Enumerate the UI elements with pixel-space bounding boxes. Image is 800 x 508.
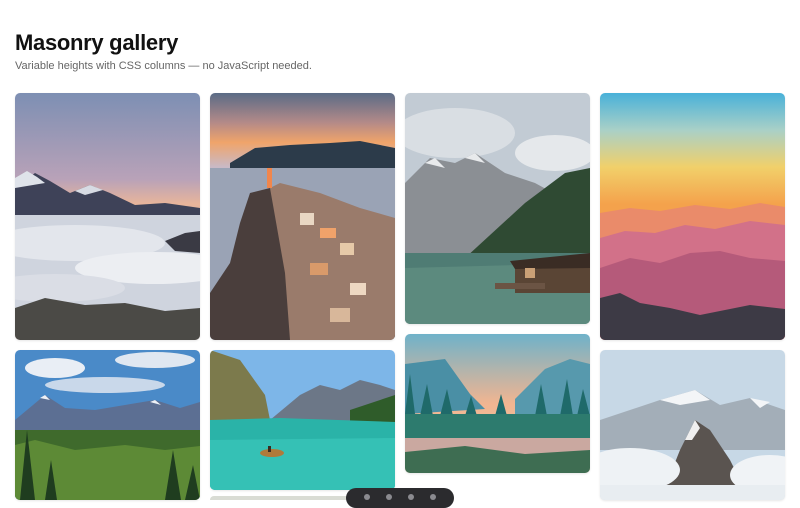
photo-alpine-meadow-peaks[interactable] — [15, 350, 200, 500]
toolbar-dot-1[interactable] — [364, 494, 370, 500]
toolbar-dot-3[interactable] — [408, 494, 414, 500]
photo-mountain-sea-of-clouds[interactable] — [15, 93, 200, 340]
photo-turquoise-lake-boat[interactable] — [210, 350, 395, 490]
photo-layered-mountains-sunset[interactable] — [600, 93, 785, 340]
page-header: Masonry gallery Variable heights with CS… — [15, 28, 312, 73]
page-subtitle: Variable heights with CSS columns — no J… — [15, 60, 312, 72]
photo-cliffside-village-sunset[interactable] — [210, 93, 395, 340]
toolbar-dot-4[interactable] — [430, 494, 436, 500]
page-title: Masonry gallery — [15, 30, 179, 55]
floating-toolbar[interactable] — [346, 488, 454, 508]
photo-snowy-peaks-clouds[interactable] — [600, 350, 785, 500]
photo-misty-forest-lake[interactable] — [405, 334, 590, 473]
photo-lake-cabin-mountains[interactable] — [405, 93, 590, 324]
toolbar-dot-2[interactable] — [386, 494, 392, 500]
